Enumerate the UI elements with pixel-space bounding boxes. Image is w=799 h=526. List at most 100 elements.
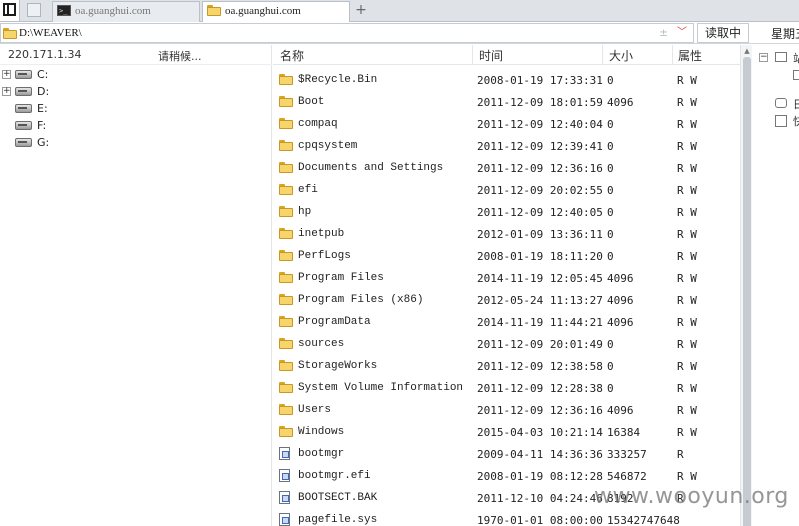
terminal-node-icon — [775, 98, 787, 108]
folder-icon — [279, 294, 293, 305]
file-row[interactable]: efi 2011-12-09 20:02:55 0 R W — [273, 179, 740, 201]
tab-bar: oa.guanghui.com oa.guanghui.com + — [0, 0, 799, 23]
folder-icon — [279, 206, 293, 217]
file-size: 0 — [607, 140, 614, 153]
file-time: 2011-12-09 12:38:58 — [477, 360, 603, 373]
file-name: BOOTSECT.BAK — [298, 492, 378, 504]
file-name: Windows — [298, 426, 345, 438]
column-header-size[interactable]: 大小 — [609, 47, 633, 64]
right-tree-item[interactable]: 日 — [757, 95, 799, 111]
right-tree-item[interactable] — [757, 67, 799, 83]
folder-icon — [279, 404, 293, 415]
drive-item-e[interactable]: E: — [2, 101, 262, 117]
hard-drive-icon — [15, 121, 32, 130]
file-attr: R W — [677, 250, 697, 263]
right-tree-item[interactable]: 快 — [757, 112, 799, 128]
file-name: $Recycle.Bin — [298, 74, 378, 86]
file-row[interactable]: Users 2011-12-09 12:36:16 4096 R W — [273, 399, 740, 421]
file-size: 0 — [607, 338, 614, 351]
folder-icon — [3, 28, 17, 39]
file-row[interactable]: bootmgr 2009-04-11 14:36:36 333257 R — [273, 443, 740, 465]
file-time: 2011-12-09 12:36:16 — [477, 404, 603, 417]
scroll-thumb[interactable] — [743, 57, 751, 526]
file-attr: R W — [677, 316, 697, 329]
file-row[interactable]: hp 2011-12-09 12:40:05 0 R W — [273, 201, 740, 223]
file-attr: R W — [677, 184, 697, 197]
file-time: 2011-12-09 12:36:16 — [477, 162, 603, 175]
folder-icon — [279, 74, 293, 85]
file-time: 2011-12-09 12:39:41 — [477, 140, 603, 153]
file-row[interactable]: ProgramData 2014-11-19 11:44:21 4096 R W — [273, 311, 740, 333]
file-time: 2011-12-10 04:24:46 — [477, 492, 603, 505]
file-row[interactable]: cpqsystem 2011-12-09 12:39:41 0 R W — [273, 135, 740, 157]
file-name: Boot — [298, 96, 325, 108]
file-time: 2011-12-09 12:40:04 — [477, 118, 603, 131]
file-size: 0 — [607, 206, 614, 219]
folder-icon — [279, 272, 293, 283]
file-row[interactable]: pagefile.sys 1970-01-01 08:00:00 153427476… — [273, 509, 740, 526]
window-layout-icon — [3, 3, 16, 16]
right-tree-item[interactable]: − 站 — [757, 49, 799, 65]
window-menu-button[interactable] — [0, 0, 20, 21]
tab-placeholder-icon[interactable] — [27, 3, 41, 17]
file-row[interactable]: sources 2011-12-09 20:01:49 0 R W — [273, 333, 740, 355]
file-row[interactable]: System Volume Information 2011-12-09 12:2… — [273, 377, 740, 399]
right-tree-label: 站 — [793, 52, 799, 65]
drive-item-g[interactable]: G: — [2, 135, 262, 151]
drive-item-c[interactable]: + C: — [2, 67, 262, 83]
folder-icon — [279, 140, 293, 151]
collapse-icon[interactable]: − — [759, 53, 768, 62]
tab-file-manager[interactable]: oa.guanghui.com — [202, 1, 350, 23]
file-list-header: 名称 时间 大小 属性 — [273, 45, 740, 65]
file-size: 0 — [607, 228, 614, 241]
read-button[interactable]: 读取中 — [697, 23, 749, 43]
file-row[interactable]: inetpub 2012-01-09 13:36:11 0 R W — [273, 223, 740, 245]
file-name: inetpub — [298, 228, 345, 240]
file-row[interactable]: compaq 2011-12-09 12:40:04 0 R W — [273, 113, 740, 135]
file-size: 4096 — [607, 272, 634, 285]
expand-icon[interactable]: + — [2, 70, 11, 79]
file-row[interactable]: Windows 2015-04-03 10:21:14 16384 R W — [273, 421, 740, 443]
file-list-scrollbar[interactable]: ▲ — [740, 45, 752, 526]
file-name: bootmgr.efi — [298, 470, 371, 482]
file-name: compaq — [298, 118, 338, 130]
file-row[interactable]: Program Files (x86) 2012-05-24 11:13:27 40… — [273, 289, 740, 311]
file-icon — [279, 469, 290, 482]
file-row[interactable]: PerfLogs 2008-01-19 18:11:20 0 R W — [273, 245, 740, 267]
file-time: 2015-04-03 10:21:14 — [477, 426, 603, 439]
file-name: pagefile.sys — [298, 514, 378, 526]
folder-icon — [279, 96, 293, 107]
file-attr: R W — [677, 382, 697, 395]
new-tab-button[interactable]: + — [353, 2, 369, 18]
column-header-time[interactable]: 时间 — [479, 47, 503, 64]
file-name: bootmgr — [298, 448, 345, 460]
file-size: 0 — [607, 118, 614, 131]
folder-icon — [279, 316, 293, 327]
drive-item-f[interactable]: F: — [2, 118, 262, 134]
file-attr: R W — [677, 140, 697, 153]
path-sort-icon[interactable]: ± — [659, 26, 668, 39]
file-attr: R W — [677, 470, 697, 483]
file-name: Users — [298, 404, 332, 416]
path-input[interactable]: D:\WEAVER\ ± ﹀ — [0, 23, 694, 43]
drive-item-d[interactable]: + D: — [2, 84, 262, 100]
loading-status: 请稍候... — [158, 50, 202, 63]
file-row[interactable]: $Recycle.Bin 2008-01-19 17:33:31 0 R W — [273, 69, 740, 91]
file-row[interactable]: Program Files 2014-11-19 12:05:45 4096 R W — [273, 267, 740, 289]
file-attr: R W — [677, 206, 697, 219]
column-header-name[interactable]: 名称 — [280, 47, 304, 64]
right-tree-label: 快 — [793, 115, 799, 128]
file-name: StorageWorks — [298, 360, 378, 372]
expand-icon[interactable]: + — [2, 87, 11, 96]
folder-icon — [279, 360, 293, 371]
column-header-attr[interactable]: 属性 — [678, 47, 702, 64]
file-attr: R W — [677, 74, 697, 87]
file-row[interactable]: Boot 2011-12-09 18:01:59 4096 R W — [273, 91, 740, 113]
chevron-down-icon[interactable]: ﹀ — [677, 28, 687, 38]
tab-label: oa.guanghui.com — [225, 5, 301, 17]
file-row[interactable]: StorageWorks 2011-12-09 12:38:58 0 R W — [273, 355, 740, 377]
tab-terminal[interactable]: oa.guanghui.com — [52, 1, 200, 22]
drive-tree-panel: 220.171.1.34 请稍候... + C: + D: E: F: G: — [0, 45, 272, 526]
file-row[interactable]: Documents and Settings 2011-12-09 12:36:1… — [273, 157, 740, 179]
scroll-up-icon[interactable]: ▲ — [743, 47, 751, 55]
